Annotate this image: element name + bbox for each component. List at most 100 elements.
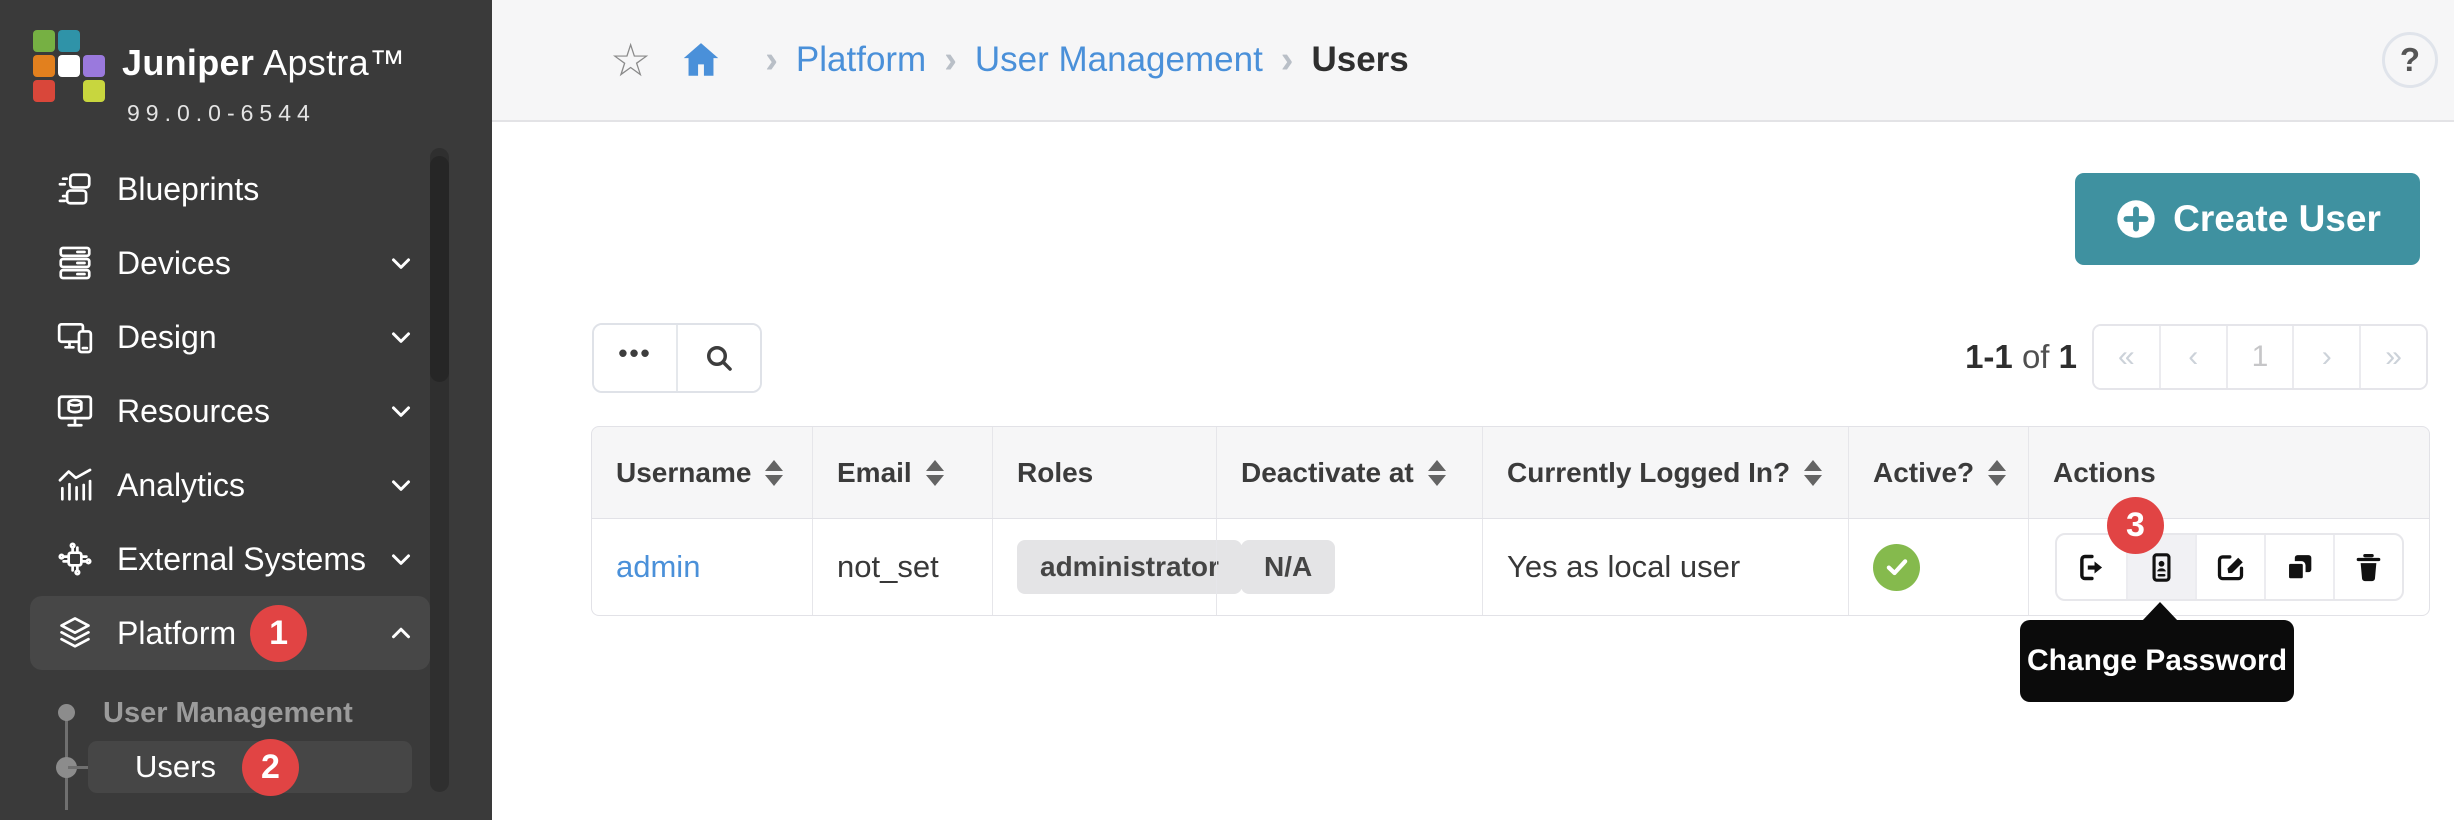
annotation-badge-3: 3 <box>2107 497 2164 554</box>
design-icon <box>56 318 102 356</box>
last-page-button[interactable]: » <box>2359 326 2426 388</box>
cell-actions <box>2028 519 2429 615</box>
sidebar-nav: Blueprints Devices Design <box>0 152 492 670</box>
page-number-button[interactable]: 1 <box>2226 326 2293 388</box>
sidebar-item-label: External Systems <box>117 541 366 578</box>
cell-active <box>1848 519 2028 615</box>
sidebar-item-label: Design <box>117 319 217 356</box>
column-header-actions: Actions <box>2028 427 2429 518</box>
breadcrumb-link-platform[interactable]: Platform <box>796 40 926 80</box>
pagination-controls: « ‹ 1 › » <box>2092 324 2428 390</box>
sidebar-item-platform[interactable]: Platform 1 <box>30 596 430 670</box>
annotation-badge-1: 1 <box>250 605 307 662</box>
first-page-button[interactable]: « <box>2094 326 2159 388</box>
cell-deactivate-at: N/A <box>1216 519 1482 615</box>
edit-user-button[interactable] <box>2195 535 2264 599</box>
tooltip-arrow <box>2142 602 2178 621</box>
app-version: 99.0.0-6544 <box>127 100 405 127</box>
trash-icon <box>2352 551 2385 584</box>
cell-roles: administrator <box>992 519 1216 615</box>
sidebar-subsection-user-management: User Management <box>103 695 353 731</box>
cell-username: admin <box>592 519 812 615</box>
column-header-roles: Roles <box>992 427 1216 518</box>
change-password-icon <box>2145 551 2178 584</box>
change-password-tooltip: Change Password <box>2020 620 2294 702</box>
next-page-button[interactable]: › <box>2292 326 2359 388</box>
pagination-info: 1-1 of 1 <box>1820 338 2077 376</box>
edit-icon <box>2214 551 2247 584</box>
search-button[interactable] <box>676 325 760 391</box>
create-user-button[interactable]: Create User <box>2075 173 2420 265</box>
plus-circle-icon <box>2114 197 2158 241</box>
more-options-button[interactable]: ••• <box>594 325 676 391</box>
column-header-currently-logged-in[interactable]: Currently Logged In? <box>1482 427 1848 518</box>
chevron-down-icon <box>386 248 416 278</box>
favorite-star-icon[interactable]: ☆ <box>610 37 651 83</box>
table-toolbar: ••• <box>592 323 762 393</box>
external-systems-icon <box>56 540 102 578</box>
prev-page-button[interactable]: ‹ <box>2159 326 2226 388</box>
column-header-active[interactable]: Active? <box>1848 427 2028 518</box>
chevron-up-icon <box>386 618 416 648</box>
user-link-admin[interactable]: admin <box>616 549 700 585</box>
sort-icon <box>926 460 944 486</box>
sidebar-item-label: Devices <box>117 245 231 282</box>
pagination-range: 1-1 <box>1965 338 2013 375</box>
sidebar-item-label: Blueprints <box>117 171 259 208</box>
sidebar-item-devices[interactable]: Devices <box>30 226 430 300</box>
sidebar-item-blueprints[interactable]: Blueprints <box>30 152 430 226</box>
home-icon[interactable] <box>679 38 723 82</box>
sidebar-item-external-systems[interactable]: External Systems <box>30 522 430 596</box>
chevron-down-icon <box>386 470 416 500</box>
action-button-group <box>2055 533 2404 601</box>
breadcrumb-separator: › <box>1281 41 1294 79</box>
active-check-icon <box>1873 544 1920 591</box>
cell-currently-logged-in: Yes as local user <box>1482 519 1848 615</box>
sort-icon <box>1988 460 2006 486</box>
cell-email: not_set <box>812 519 992 615</box>
chevron-down-icon <box>386 544 416 574</box>
clone-user-button[interactable] <box>2264 535 2333 599</box>
sidebar-item-label: Platform <box>117 615 236 652</box>
sidebar-item-design[interactable]: Design <box>30 300 430 374</box>
help-button[interactable]: ? <box>2382 32 2438 88</box>
ellipsis-icon: ••• <box>618 340 651 376</box>
sidebar-item-label: Resources <box>117 393 270 430</box>
breadcrumb-link-user-management[interactable]: User Management <box>975 40 1263 80</box>
pagination-of-label: of <box>2022 338 2050 375</box>
clone-icon <box>2283 551 2316 584</box>
sidebar-item-resources[interactable]: Resources <box>30 374 430 448</box>
chevron-down-icon <box>386 396 416 426</box>
create-user-label: Create User <box>2173 198 2381 240</box>
sidebar-item-label: Analytics <box>117 467 245 504</box>
sidebar: JuniperApstra™ 99.0.0-6544 Blueprints De… <box>0 0 492 820</box>
column-header-username[interactable]: Username <box>592 427 812 518</box>
app-root: JuniperApstra™ 99.0.0-6544 Blueprints De… <box>0 0 2454 820</box>
topbar: ☆ › Platform › User Management › Users ? <box>492 0 2454 122</box>
sidebar-item-label: Users <box>135 749 216 785</box>
breadcrumb-current-users: Users <box>1311 40 1408 80</box>
breadcrumb-separator: › <box>944 41 957 79</box>
sort-icon <box>1804 460 1822 486</box>
app-title: JuniperApstra™ <box>122 42 405 84</box>
delete-user-button[interactable] <box>2333 535 2402 599</box>
tree-dot <box>58 704 75 721</box>
resources-icon <box>56 392 102 430</box>
annotation-badge-2: 2 <box>242 739 299 796</box>
sort-icon <box>765 460 783 486</box>
sidebar-scrollbar-thumb[interactable] <box>430 156 449 382</box>
sidebar-item-analytics[interactable]: Analytics <box>30 448 430 522</box>
column-header-email[interactable]: Email <box>812 427 992 518</box>
column-header-deactivate-at[interactable]: Deactivate at <box>1216 427 1482 518</box>
role-badge: administrator <box>1017 540 1242 594</box>
juniper-logo <box>33 30 105 102</box>
platform-icon <box>56 614 102 652</box>
magnifier-icon <box>703 342 735 374</box>
na-badge: N/A <box>1241 540 1335 594</box>
breadcrumb-separator: › <box>765 41 778 79</box>
analytics-icon <box>56 466 102 504</box>
blueprints-icon <box>56 170 102 208</box>
sidebar-item-users[interactable]: Users 2 <box>88 741 412 793</box>
pagination-total: 1 <box>2059 338 2077 375</box>
devices-icon <box>56 244 102 282</box>
